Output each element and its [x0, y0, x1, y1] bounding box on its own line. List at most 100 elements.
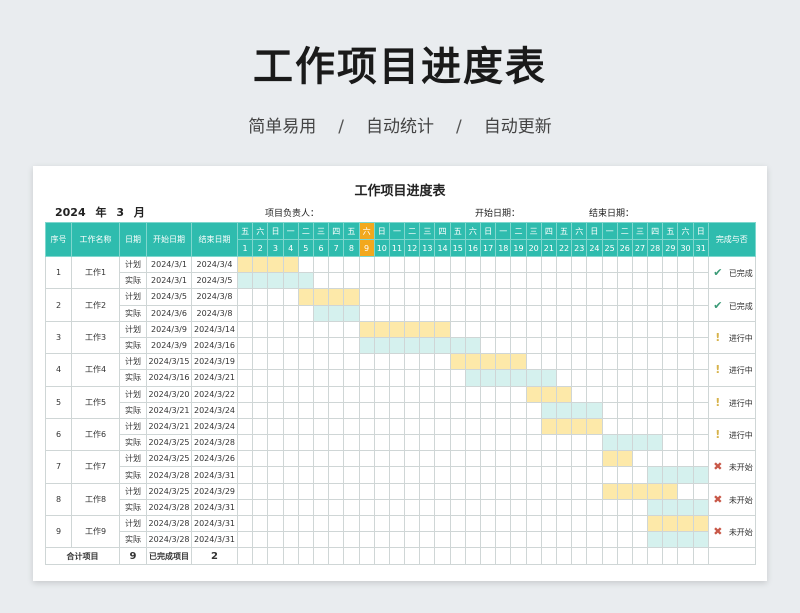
weekday-cell: 日 — [479, 222, 497, 240]
start-date-cell[interactable]: 2024/3/25 — [146, 482, 192, 500]
start-date-cell[interactable]: 2024/3/20 — [146, 385, 192, 403]
start-date-cell[interactable]: 2024/3/28 — [146, 498, 192, 517]
gantt-cell — [419, 304, 436, 322]
end-date-cell[interactable]: 2024/3/4 — [191, 255, 238, 274]
year-value[interactable]: 2024 — [55, 206, 86, 219]
end-date-cell[interactable]: 2024/3/19 — [191, 353, 238, 371]
end-date-cell[interactable]: 2024/3/24 — [191, 417, 238, 436]
gantt-cell — [647, 272, 664, 290]
gantt-cell — [434, 498, 451, 517]
end-date-cell[interactable]: 2024/3/29 — [191, 482, 238, 500]
end-date-cell[interactable]: 2024/3/16 — [191, 336, 238, 355]
gantt-cell — [510, 353, 527, 371]
end-date-cell[interactable]: 2024/3/21 — [191, 369, 238, 387]
gantt-cell — [479, 304, 497, 322]
end-date-cell[interactable]: 2024/3/31 — [191, 498, 238, 517]
start-date-cell[interactable]: 2024/3/16 — [146, 369, 192, 387]
gantt-cell — [404, 498, 421, 517]
gantt-cell — [662, 320, 679, 338]
gantt-cell — [343, 288, 360, 306]
gantt-cell — [343, 304, 360, 322]
task-name[interactable]: 工作7 — [71, 450, 120, 484]
gantt-cell — [236, 498, 254, 517]
gantt-cell — [252, 288, 269, 306]
year-month: 2024 年 3 月 — [55, 204, 151, 220]
end-date-cell[interactable]: 2024/3/31 — [191, 514, 238, 533]
start-date-cell[interactable]: 2024/3/6 — [146, 304, 192, 322]
gantt-cell — [525, 255, 542, 274]
gantt-cell — [373, 514, 390, 533]
gantt-cell — [555, 288, 573, 306]
start-date-cell[interactable]: 2024/3/15 — [146, 353, 192, 371]
task-name[interactable]: 工作2 — [71, 288, 120, 322]
start-date-cell[interactable]: 2024/3/28 — [146, 466, 192, 484]
gantt-cell — [449, 336, 466, 355]
end-date-cell[interactable]: 2024/3/24 — [191, 401, 238, 419]
gantt-cell — [616, 288, 633, 306]
end-date-cell[interactable]: 2024/3/31 — [191, 466, 238, 484]
end-date-cell[interactable]: 2024/3/22 — [191, 385, 238, 403]
gantt-cell — [555, 255, 573, 274]
start-date-cell[interactable]: 2024/3/5 — [146, 288, 192, 306]
status-cell: ✖ 未开始 — [707, 514, 756, 549]
gantt-cell — [662, 255, 679, 274]
start-date-cell[interactable]: 2024/3/21 — [146, 401, 192, 419]
gantt-cell — [677, 401, 694, 419]
task-name[interactable]: 工作5 — [71, 385, 120, 419]
gantt-cell — [495, 547, 512, 566]
gantt-cell — [388, 288, 406, 306]
gantt-cell — [540, 434, 557, 452]
gantt-cell — [404, 466, 421, 484]
task-name[interactable]: 工作6 — [71, 417, 120, 452]
task-name[interactable]: 工作9 — [71, 514, 120, 549]
gantt-cell — [449, 288, 466, 306]
gantt-cell — [312, 288, 330, 306]
start-date-cell[interactable]: 2024/3/28 — [146, 531, 192, 549]
start-date-cell[interactable]: 2024/3/21 — [146, 417, 192, 436]
end-date-cell[interactable]: 2024/3/5 — [191, 272, 238, 290]
end-date-cell[interactable]: 2024/3/26 — [191, 450, 238, 468]
end-date-cell[interactable]: 2024/3/31 — [191, 531, 238, 549]
start-date-cell[interactable]: 2024/3/25 — [146, 434, 192, 452]
start-date-cell[interactable]: 2024/3/1 — [146, 255, 192, 274]
gantt-cell — [555, 401, 573, 419]
gantt-cell — [312, 514, 330, 533]
task-name[interactable]: 工作8 — [71, 482, 120, 517]
gantt-cell — [449, 514, 466, 533]
gantt-cell — [616, 482, 633, 500]
day-cell: 5 — [297, 239, 314, 257]
gantt-cell — [464, 401, 482, 419]
gantt-cell — [236, 466, 254, 484]
gantt-cell — [586, 385, 603, 403]
end-date-cell[interactable]: 2024/3/14 — [191, 320, 238, 338]
gantt-cell — [601, 434, 618, 452]
end-date-cell[interactable]: 2024/3/28 — [191, 434, 238, 452]
task-name[interactable]: 工作3 — [71, 320, 120, 355]
start-date-cell[interactable]: 2024/3/28 — [146, 514, 192, 533]
gantt-cell — [510, 514, 527, 533]
status-text: 未开始 — [728, 463, 753, 473]
end-date-cell[interactable]: 2024/3/8 — [191, 304, 238, 322]
gantt-table: 序号 工作名称 日期 开始日期 结束日期五六日一二三四五六日一二三四五六日一二三四五六日… — [45, 222, 756, 566]
gantt-cell — [343, 255, 360, 274]
gantt-cell — [358, 336, 375, 355]
gantt-cell — [464, 450, 482, 468]
task-name[interactable]: 工作1 — [71, 255, 120, 290]
gantt-cell — [631, 255, 649, 274]
gantt-cell — [495, 288, 512, 306]
gantt-cell — [388, 498, 406, 517]
start-date-cell[interactable]: 2024/3/25 — [146, 450, 192, 468]
end-date-cell[interactable]: 2024/3/8 — [191, 288, 238, 306]
start-date-cell[interactable]: 2024/3/9 — [146, 320, 192, 338]
status-cell: ! 进行中 — [707, 385, 756, 419]
gantt-cell — [236, 401, 254, 419]
gantt-cell — [373, 401, 390, 419]
month-value[interactable]: 3 — [116, 206, 124, 219]
gantt-cell — [404, 434, 421, 452]
start-date-cell[interactable]: 2024/3/1 — [146, 272, 192, 290]
start-date-cell[interactable]: 2024/3/9 — [146, 336, 192, 355]
gantt-cell — [388, 320, 406, 338]
gantt-cell — [495, 255, 512, 274]
task-name[interactable]: 工作4 — [71, 353, 120, 387]
gantt-cell — [692, 547, 709, 566]
